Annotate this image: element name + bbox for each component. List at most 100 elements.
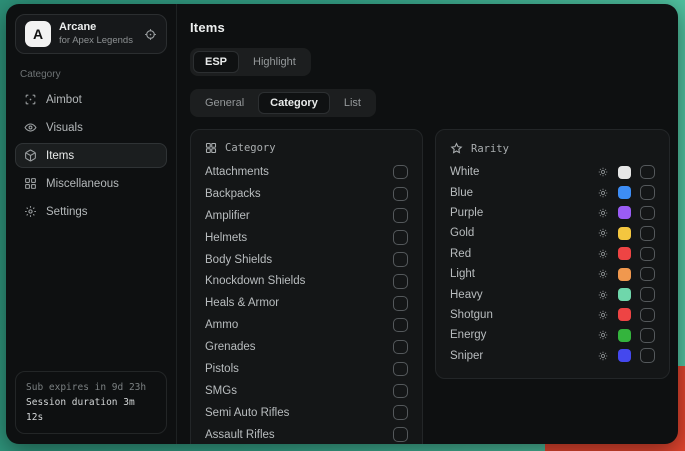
- category-checkbox[interactable]: [393, 405, 408, 420]
- category-checkbox[interactable]: [393, 296, 408, 311]
- rarity-color-swatch[interactable]: [618, 308, 631, 321]
- tab-general[interactable]: General: [193, 92, 256, 114]
- rarity-color-swatch[interactable]: [618, 268, 631, 281]
- rarity-color-swatch[interactable]: [618, 329, 631, 342]
- tab-esp[interactable]: ESP: [193, 51, 239, 73]
- rarity-color-swatch[interactable]: [618, 288, 631, 301]
- rarity-label: Gold: [450, 227, 474, 239]
- sidebar-item-label: Miscellaneous: [46, 178, 119, 190]
- tab-category[interactable]: Category: [258, 92, 330, 114]
- brand-text: Arcane for Apex Legends: [59, 21, 133, 47]
- rarity-settings-gear-icon[interactable]: [597, 187, 609, 199]
- category-checkbox[interactable]: [393, 187, 408, 202]
- category-label: Ammo: [205, 319, 238, 331]
- rarity-settings-gear-icon[interactable]: [597, 207, 609, 219]
- box-icon: [24, 149, 37, 162]
- rarity-row: Energy: [450, 325, 655, 345]
- category-row: SMGs: [205, 380, 408, 402]
- rarity-settings-gear-icon[interactable]: [597, 309, 609, 321]
- category-row: Amplifier: [205, 205, 408, 227]
- session-duration-text: Session duration 3m 12s: [26, 395, 156, 425]
- category-row: Body Shields: [205, 249, 408, 271]
- app-subtitle: for Apex Legends: [59, 35, 133, 47]
- rarity-checkbox[interactable]: [640, 328, 655, 343]
- category-label: Grenades: [205, 341, 256, 353]
- category-row: Assault Rifles: [205, 424, 408, 444]
- rarity-checkbox[interactable]: [640, 247, 655, 262]
- rarity-checkbox[interactable]: [640, 348, 655, 363]
- sidebar-item-miscellaneous[interactable]: Miscellaneous: [15, 171, 167, 196]
- rarity-label: Blue: [450, 187, 473, 199]
- rarity-panel-title: Rarity: [471, 143, 509, 155]
- sidebar-item-items[interactable]: Items: [15, 143, 167, 168]
- category-panel-header: Category: [205, 142, 408, 154]
- rarity-color-swatch[interactable]: [618, 166, 631, 179]
- sub-expires-text: Sub expires in 9d 23h: [26, 380, 156, 395]
- rarity-row: Gold: [450, 223, 655, 243]
- crosshair-icon: [24, 93, 37, 106]
- category-row: Backpacks: [205, 183, 408, 205]
- category-row: Helmets: [205, 227, 408, 249]
- gear-icon: [24, 205, 37, 218]
- rarity-settings-gear-icon[interactable]: [597, 289, 609, 301]
- sidebar: A Arcane for Apex Legends Category: [6, 4, 177, 444]
- rarity-label: Heavy: [450, 289, 483, 301]
- category-row: Attachments: [205, 161, 408, 183]
- rarity-color-swatch[interactable]: [618, 227, 631, 240]
- sidebar-item-label: Items: [46, 150, 74, 162]
- category-checkbox[interactable]: [393, 384, 408, 399]
- brand-card: A Arcane for Apex Legends: [15, 14, 167, 54]
- rarity-color-swatch[interactable]: [618, 186, 631, 199]
- category-checkbox[interactable]: [393, 230, 408, 245]
- rarity-checkbox[interactable]: [640, 226, 655, 241]
- sidebar-item-settings[interactable]: Settings: [15, 199, 167, 224]
- rarity-settings-gear-icon[interactable]: [597, 166, 609, 178]
- category-checkbox[interactable]: [393, 165, 408, 180]
- category-checkbox[interactable]: [393, 274, 408, 289]
- sidebar-section-label: Category: [20, 69, 162, 80]
- category-label: Backpacks: [205, 188, 261, 200]
- rarity-settings-gear-icon[interactable]: [597, 350, 609, 362]
- rarity-row: White: [450, 162, 655, 182]
- category-checkbox[interactable]: [393, 427, 408, 442]
- page-title: Items: [190, 20, 670, 35]
- rarity-settings-gear-icon[interactable]: [597, 268, 609, 280]
- category-checkbox[interactable]: [393, 252, 408, 267]
- mode-tab-group: ESP Highlight: [190, 48, 311, 76]
- tab-list[interactable]: List: [332, 92, 373, 114]
- rarity-settings-gear-icon[interactable]: [597, 227, 609, 239]
- category-checkbox[interactable]: [393, 318, 408, 333]
- category-row: Pistols: [205, 358, 408, 380]
- sidebar-item-label: Settings: [46, 206, 88, 218]
- rarity-checkbox[interactable]: [640, 206, 655, 221]
- category-checkbox[interactable]: [393, 208, 408, 223]
- rarity-color-swatch[interactable]: [618, 206, 631, 219]
- eye-icon: [24, 121, 37, 134]
- category-label: Heals & Armor: [205, 297, 279, 309]
- rarity-settings-gear-icon[interactable]: [597, 329, 609, 341]
- category-row: Knockdown Shields: [205, 270, 408, 292]
- category-row: Semi Auto Rifles: [205, 402, 408, 424]
- rarity-settings-gear-icon[interactable]: [597, 248, 609, 260]
- category-checkbox[interactable]: [393, 340, 408, 355]
- rarity-checkbox[interactable]: [640, 165, 655, 180]
- category-checkbox[interactable]: [393, 362, 408, 377]
- rarity-row: Sniper: [450, 346, 655, 366]
- target-icon[interactable]: [144, 28, 157, 41]
- category-row: Heals & Armor: [205, 292, 408, 314]
- sidebar-item-visuals[interactable]: Visuals: [15, 115, 167, 140]
- rarity-checkbox[interactable]: [640, 185, 655, 200]
- sidebar-item-aimbot[interactable]: Aimbot: [15, 87, 167, 112]
- category-panel: Category Attachments Backpacks Amplifier: [190, 129, 423, 444]
- tab-highlight[interactable]: Highlight: [241, 51, 308, 73]
- rarity-checkbox[interactable]: [640, 287, 655, 302]
- rarity-checkbox[interactable]: [640, 308, 655, 323]
- rarity-row: Red: [450, 244, 655, 264]
- rarity-row: Heavy: [450, 284, 655, 304]
- grid-icon: [24, 177, 37, 190]
- sidebar-item-label: Aimbot: [46, 94, 82, 106]
- rarity-checkbox[interactable]: [640, 267, 655, 282]
- rarity-color-swatch[interactable]: [618, 349, 631, 362]
- rarity-color-swatch[interactable]: [618, 247, 631, 260]
- rarity-label: Purple: [450, 207, 483, 219]
